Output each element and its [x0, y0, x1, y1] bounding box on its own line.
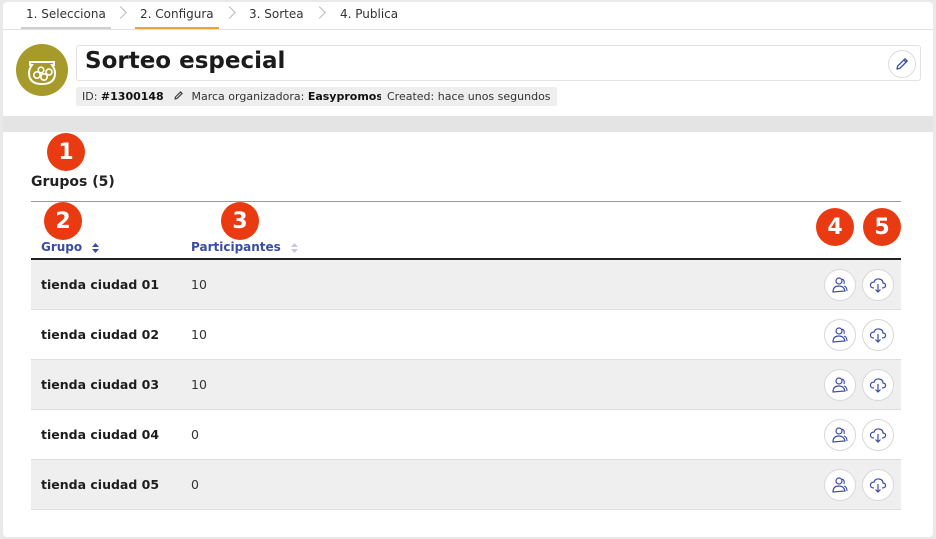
cloud-download-icon [869, 428, 887, 443]
callout-badge-3: 3 [221, 202, 259, 240]
brand-value: Easypromos [307, 90, 383, 103]
callout-badge-1: 1 [47, 133, 85, 171]
callout-badge-2: 2 [44, 202, 82, 240]
edit-title-button[interactable] [888, 50, 916, 78]
id-label: ID: [82, 90, 98, 103]
table-row: tienda ciudad 04 0 [31, 410, 901, 460]
column-header-label: Participantes [191, 240, 281, 254]
download-button[interactable] [862, 419, 894, 451]
column-header-grupo[interactable]: Grupo [41, 240, 100, 254]
participants-button[interactable] [824, 269, 856, 301]
users-icon [832, 277, 848, 293]
sort-icon [291, 242, 298, 253]
chevron-right-icon [114, 6, 127, 19]
step-publica[interactable]: 4. Publica [340, 7, 398, 21]
column-header-participantes[interactable]: Participantes [191, 240, 298, 254]
cloud-download-icon [869, 328, 887, 343]
participants-button[interactable] [824, 469, 856, 501]
brand-label: Marca organizadora: [191, 90, 305, 103]
step-navigation: 1. Selecciona 2. Configura 3. Sortea 4. … [3, 2, 933, 30]
sort-icon [92, 242, 100, 253]
raffle-avatar [16, 44, 68, 96]
chevron-right-icon [223, 6, 236, 19]
cloud-download-icon [869, 378, 887, 393]
table-row: tienda ciudad 01 10 [31, 260, 901, 310]
section-divider [3, 116, 933, 132]
participants-count: 0 [191, 427, 199, 442]
users-icon [832, 377, 848, 393]
participants-count: 0 [191, 477, 199, 492]
group-name: tienda ciudad 02 [41, 327, 160, 342]
title-field[interactable]: Sorteo especial [76, 45, 921, 81]
section-rule [31, 201, 901, 202]
users-icon [832, 477, 848, 493]
group-name: tienda ciudad 01 [41, 277, 160, 292]
download-button[interactable] [862, 269, 894, 301]
participants-count: 10 [191, 377, 207, 392]
groups-title: Grupos (5) [31, 174, 115, 190]
participants-button[interactable] [824, 319, 856, 351]
group-name: tienda ciudad 04 [41, 427, 160, 442]
participants-button[interactable] [824, 369, 856, 401]
id-value: #1300148 [100, 90, 164, 103]
step-sortea[interactable]: 3. Sortea [249, 7, 304, 21]
page-title: Sorteo especial [85, 48, 286, 74]
step-configura[interactable]: 2. Configura [140, 7, 214, 21]
table-row: tienda ciudad 02 10 [31, 310, 901, 360]
users-icon [832, 427, 848, 443]
brand-chip: Marca organizadora: Easypromos [167, 87, 389, 106]
callout-badge-5: 5 [863, 208, 901, 246]
chevron-right-icon [313, 6, 326, 19]
app-frame: 1. Selecciona 2. Configura 3. Sortea 4. … [3, 2, 933, 537]
group-name: tienda ciudad 03 [41, 377, 160, 392]
cloud-download-icon [869, 478, 887, 493]
raffle-drum-icon [27, 61, 57, 86]
participants-button[interactable] [824, 419, 856, 451]
step-underline [21, 27, 111, 29]
id-chip: ID: #1300148 [76, 87, 170, 106]
group-name: tienda ciudad 05 [41, 477, 160, 492]
table-row: tienda ciudad 03 10 [31, 360, 901, 410]
download-button[interactable] [862, 469, 894, 501]
created-chip: Created: hace unos segundos [381, 87, 557, 106]
step-selecciona[interactable]: 1. Selecciona [26, 7, 106, 21]
users-icon [832, 327, 848, 343]
active-step-underline [135, 27, 219, 29]
table-row: tienda ciudad 05 0 [31, 460, 901, 510]
download-button[interactable] [862, 369, 894, 401]
download-button[interactable] [862, 319, 894, 351]
callout-badge-4: 4 [816, 208, 854, 246]
pencil-icon [896, 58, 908, 70]
cloud-download-icon [869, 278, 887, 293]
participants-count: 10 [191, 277, 207, 292]
column-header-label: Grupo [41, 240, 83, 254]
pencil-icon [174, 91, 183, 100]
participants-count: 10 [191, 327, 207, 342]
